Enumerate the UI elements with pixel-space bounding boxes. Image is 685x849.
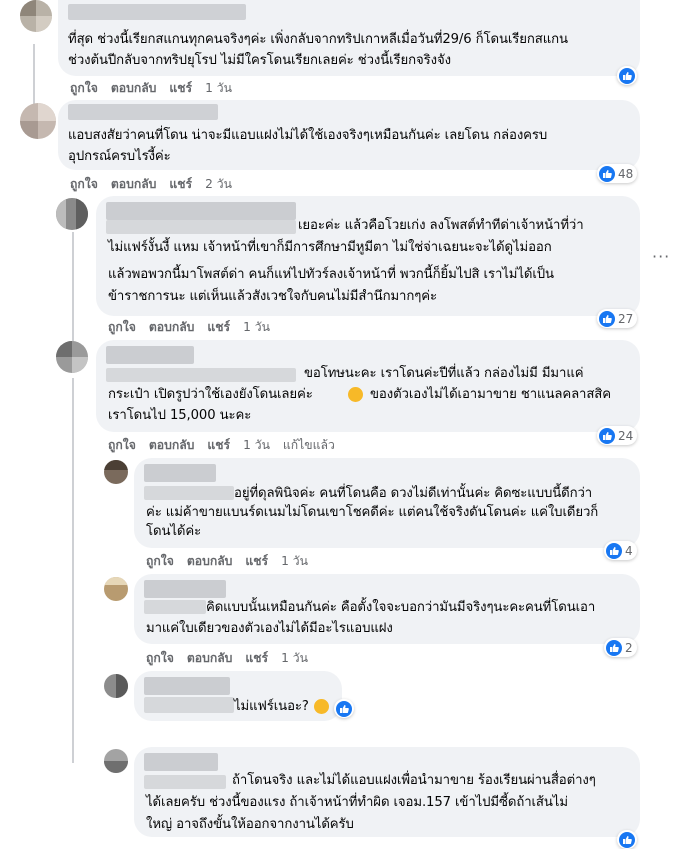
comment-text: แอบสงสัยว่าคนที่โดน น่าจะมีแอบแฝงไม่ได้ใ… (68, 128, 548, 164)
like-thumb-icon (606, 542, 622, 559)
comment-actions: ถูกใจ ตอบกลับ แชร์ 1 วัน แก้ไขแล้ว (108, 436, 348, 455)
like-button[interactable]: ถูกใจ (70, 79, 98, 98)
comment-bubble: คิดแบบนั้นเหมือนกันค่ะ คือตั้งใจจะบอกว่า… (134, 574, 640, 644)
comment-text: คิดแบบนั้นเหมือนกันค่ะ คือตั้งใจจะบอกว่า… (146, 600, 596, 636)
avatar[interactable] (20, 103, 56, 139)
reaction-count: 2 (625, 640, 633, 655)
like-button[interactable]: ถูกใจ (146, 552, 174, 571)
comment-text: ถ้าโดนจริง และไม่ได้แอบแฝงเพื่อนำมาขาย ร… (146, 773, 596, 832)
comment-text: ขอโทษนะคะ เราโดนค่ะปีที่แล้ว กล่องไม่มี … (108, 366, 611, 423)
share-button[interactable]: แชร์ (169, 79, 192, 98)
reaction-badge[interactable] (617, 830, 637, 849)
like-thumb-icon (599, 165, 615, 182)
avatar[interactable] (20, 0, 52, 32)
comment-actions: ถูกใจ ตอบกลับ แชร์ 1 วัน (146, 649, 321, 668)
comment-bubble: ถ้าโดนจริง และไม่ได้แอบแฝงเพื่อนำมาขาย ร… (134, 747, 640, 837)
like-button[interactable]: ถูกใจ (70, 175, 98, 194)
commenter-name-blurred[interactable] (106, 346, 194, 364)
like-button[interactable]: ถูกใจ (108, 318, 136, 337)
reply-button[interactable]: ตอบกลับ (149, 436, 195, 455)
comment-text: เยอะค่ะ แล้วคือโวยเก่ง ลงโพสต์ทำทีด่าเจ้… (108, 218, 584, 304)
share-button[interactable]: แชร์ (245, 552, 268, 571)
more-options-icon[interactable]: ··· (652, 247, 670, 266)
commenter-name-blurred[interactable] (144, 677, 230, 695)
comment-actions: ถูกใจ ตอบกลับ แชร์ 1 วัน (108, 318, 283, 337)
avatar[interactable] (56, 198, 88, 230)
like-thumb-icon (606, 639, 622, 656)
thread-line (72, 232, 74, 352)
share-button[interactable]: แชร์ (169, 175, 192, 194)
comment-bubble: แอบสงสัยว่าคนที่โดน น่าจะมีแอบแฝงไม่ได้ใ… (58, 100, 640, 170)
comment-actions: ถูกใจ ตอบกลับ แชร์ 2 วัน (70, 175, 245, 194)
commenter-name-blurred[interactable] (144, 753, 218, 771)
comment-text: อยู่ที่ดุลพินิจค่ะ คนที่โดนคือ ดวงไม่ดีเ… (146, 486, 599, 539)
timestamp[interactable]: 2 วัน (205, 175, 232, 194)
comment-text: ที่สุด ช่วงนี้เรียกสแกนทุกคนจริงๆค่ะ เพิ… (68, 32, 568, 68)
reaction-badge[interactable] (617, 66, 637, 85)
share-button[interactable]: แชร์ (245, 649, 268, 668)
avatar[interactable] (104, 577, 128, 601)
comment-actions: ถูกใจ ตอบกลับ แชร์ 1 วัน (70, 79, 245, 98)
comment-bubble: ขอโทษนะคะ เราโดนค่ะปีที่แล้ว กล่องไม่มี … (96, 340, 640, 432)
timestamp[interactable]: 1 วัน (281, 649, 308, 668)
reaction-count: 27 (618, 311, 634, 326)
reply-button[interactable]: ตอบกลับ (111, 79, 157, 98)
reply-button[interactable]: ตอบกลับ (187, 649, 233, 668)
reaction-badge[interactable]: 2 (604, 638, 637, 657)
comment-actions: ถูกใจ ตอบกลับ แชร์ 1 วัน (146, 552, 321, 571)
like-button[interactable]: ถูกใจ (108, 436, 136, 455)
timestamp[interactable]: 1 วัน (243, 436, 270, 455)
edited-label[interactable]: แก้ไขแล้ว (283, 436, 335, 455)
reaction-badge[interactable]: 24 (597, 426, 638, 445)
like-thumb-icon (336, 700, 352, 717)
comment-text: ไม่แฟร์เนอะ? (234, 697, 340, 717)
reaction-badge[interactable]: 4 (604, 541, 637, 560)
reaction-count: 48 (618, 166, 634, 181)
like-thumb-icon (599, 310, 615, 327)
share-button[interactable]: แชร์ (207, 318, 230, 337)
reply-button[interactable]: ตอบกลับ (187, 552, 233, 571)
avatar[interactable] (104, 749, 128, 773)
like-thumb-icon (619, 831, 635, 848)
share-button[interactable]: แชร์ (207, 436, 230, 455)
commenter-name-blurred[interactable] (144, 580, 226, 598)
like-button[interactable]: ถูกใจ (146, 649, 174, 668)
thread-line (72, 378, 74, 763)
crying-face-emoji (348, 387, 363, 402)
reply-button[interactable]: ตอบกลับ (149, 318, 195, 337)
timestamp[interactable]: 1 วัน (243, 318, 270, 337)
comment-bubble: ไม่แฟร์เนอะ? (134, 671, 342, 721)
reaction-count: 4 (625, 543, 633, 558)
comment-bubble: ที่สุด ช่วงนี้เรียกสแกนทุกคนจริงๆค่ะ เพิ… (58, 0, 640, 76)
avatar[interactable] (56, 341, 88, 373)
timestamp[interactable]: 1 วัน (205, 79, 232, 98)
comment-bubble: อยู่ที่ดุลพินิจค่ะ คนที่โดนคือ ดวงไม่ดีเ… (134, 458, 640, 548)
avatar[interactable] (104, 674, 128, 698)
reaction-badge[interactable]: 27 (597, 309, 638, 328)
sweat-smile-emoji (314, 699, 329, 714)
like-thumb-icon (599, 427, 615, 444)
commenter-name-blurred[interactable] (68, 104, 218, 120)
reaction-badge[interactable]: 48 (597, 164, 638, 183)
like-thumb-icon (619, 67, 635, 84)
avatar[interactable] (104, 460, 128, 484)
reaction-count: 24 (618, 428, 634, 443)
reaction-badge[interactable] (334, 699, 354, 718)
commenter-name-blurred[interactable] (68, 4, 246, 20)
comment-bubble: เยอะค่ะ แล้วคือโวยเก่ง ลงโพสต์ทำทีด่าเจ้… (96, 196, 640, 316)
timestamp[interactable]: 1 วัน (281, 552, 308, 571)
reply-button[interactable]: ตอบกลับ (111, 175, 157, 194)
commenter-name-blurred[interactable] (144, 464, 216, 482)
thread-line (33, 44, 35, 110)
